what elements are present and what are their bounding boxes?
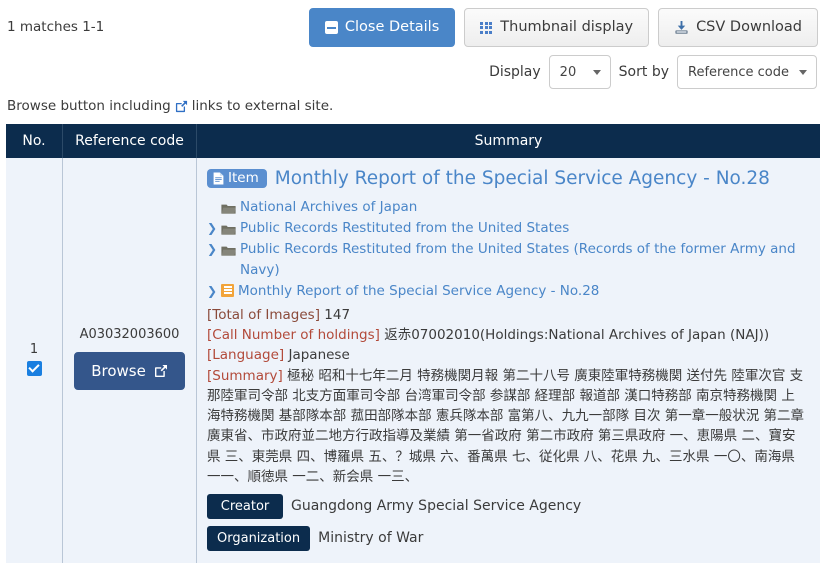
row-summary-cell: Item Monthly Report of the Special Servi… [196,158,820,564]
folder-icon [221,222,236,235]
external-link-icon [154,364,168,378]
chevron-right-icon[interactable]: ❯ [207,239,217,259]
browse-button-label: Browse [91,362,146,381]
creator-value: Guangdong Army Special Service Agency [291,498,582,515]
row-number: 1 [29,341,39,357]
download-icon [674,20,689,35]
close-details-button[interactable]: Close Details [308,8,456,47]
document-icon [213,172,224,185]
meta-value: 返赤07002010(Holdings:National Archives of… [384,327,770,344]
meta-label: [Total of Images] [207,306,320,323]
grid-icon [480,21,493,34]
tree-node-label[interactable]: Public Records Restituted from the Unite… [240,218,569,239]
browse-button[interactable]: Browse [74,352,185,391]
notice-text-after: links to external site. [191,98,334,114]
meta-value: 147 [324,306,351,323]
folder-icon [221,243,236,256]
meta-label: [Language] [207,347,285,364]
notice-text-before: Browse button including [7,98,171,114]
thumbnail-display-label: Thumbnail display [500,19,634,36]
row-no-cell: 1 [6,158,63,564]
external-link-notice: Browse button including links to externa… [7,98,333,114]
table-header-row: No. Reference code Summary [6,124,820,158]
csv-download-button[interactable]: CSV Download [658,8,818,47]
meta-total-images: [Total of Images] 147 [207,305,808,325]
organization-value: Ministry of War [318,530,424,547]
tree-node-label[interactable]: Public Records Restituted from the Unite… [240,239,808,281]
creator-row: Creator Guangdong Army Special Service A… [207,494,808,520]
tree-node: ❯ National Archives of Japan [207,197,808,218]
chevron-down-icon [799,70,807,75]
table-row: 1 A03032003600 Browse Item Monthly Repor… [6,158,820,564]
column-header-no: No. [6,124,63,158]
thumbnail-display-button[interactable]: Thumbnail display [464,8,650,47]
close-details-label: Close Details [344,19,440,36]
hierarchy-tree: ❯ National Archives of Japan ❯ [207,197,808,302]
item-title-row: Item Monthly Report of the Special Servi… [207,168,808,189]
column-header-summary: Summary [196,124,820,158]
tree-node: ❯ Public Records Restituted from the Uni… [207,218,808,239]
tree-node-label[interactable]: National Archives of Japan [240,197,417,218]
csv-download-label: CSV Download [696,19,802,36]
item-badge-label: Item [228,169,259,186]
column-header-ref: Reference code [62,124,197,158]
meta-summary: [Summary] 極秘 昭和十七年二月 特務機関月報 第二十八号 廣東陸軍特務… [207,366,808,488]
display-count-value: 20 [559,64,577,80]
tree-node: ❯ Public Records Restituted from the Uni… [207,239,808,281]
item-title-link[interactable]: Monthly Report of the Special Service Ag… [275,168,770,189]
tree-node: ❯ Monthly Report of the Special Service … [207,281,808,302]
results-table: No. Reference code Summary 1 A0303200360… [6,124,820,564]
meta-language: [Language] Japanese [207,345,808,365]
sort-by-value: Reference code [688,64,789,80]
chevron-right-icon[interactable]: ❯ [207,218,217,238]
list-icon [221,283,234,297]
meta-value: 極秘 昭和十七年二月 特務機関月報 第二十八号 廣東陸軍特務機関 送付先 陸軍次… [207,367,805,485]
item-type-badge: Item [207,168,267,189]
match-count-label: 1 matches 1-1 [7,19,105,35]
organization-row: Organization Ministry of War [207,526,808,552]
meta-label: [Summary] [207,367,283,384]
toolbar: 1 matches 1-1 Close Details Thumbnail di… [0,0,826,56]
meta-call-number: [Call Number of holdings] 返赤07002010(Hol… [207,325,808,345]
minus-box-icon [324,21,338,34]
meta-value: Japanese [288,347,350,364]
sort-label: Sort by [618,64,669,80]
toolbar-button-group: Close Details Thumbnail display CSV Down… [308,8,818,47]
creator-badge: Creator [207,494,283,520]
folder-icon [221,201,236,214]
reference-code-value: A03032003600 [79,327,180,343]
external-link-icon [175,100,188,113]
row-select-checkbox[interactable] [26,360,42,376]
sort-by-select[interactable]: Reference code [677,55,817,89]
organization-badge: Organization [207,526,311,552]
display-sort-controls: Display 20 Sort by Reference code [489,55,817,89]
meta-label: [Call Number of holdings] [207,327,380,344]
tree-node-label[interactable]: Monthly Report of the Special Service Ag… [238,281,599,302]
display-count-select[interactable]: 20 [548,55,611,89]
chevron-down-icon [592,70,601,75]
display-label: Display [489,64,541,80]
chevron-right-icon[interactable]: ❯ [207,281,217,301]
row-reference-cell: A03032003600 Browse [62,158,197,564]
